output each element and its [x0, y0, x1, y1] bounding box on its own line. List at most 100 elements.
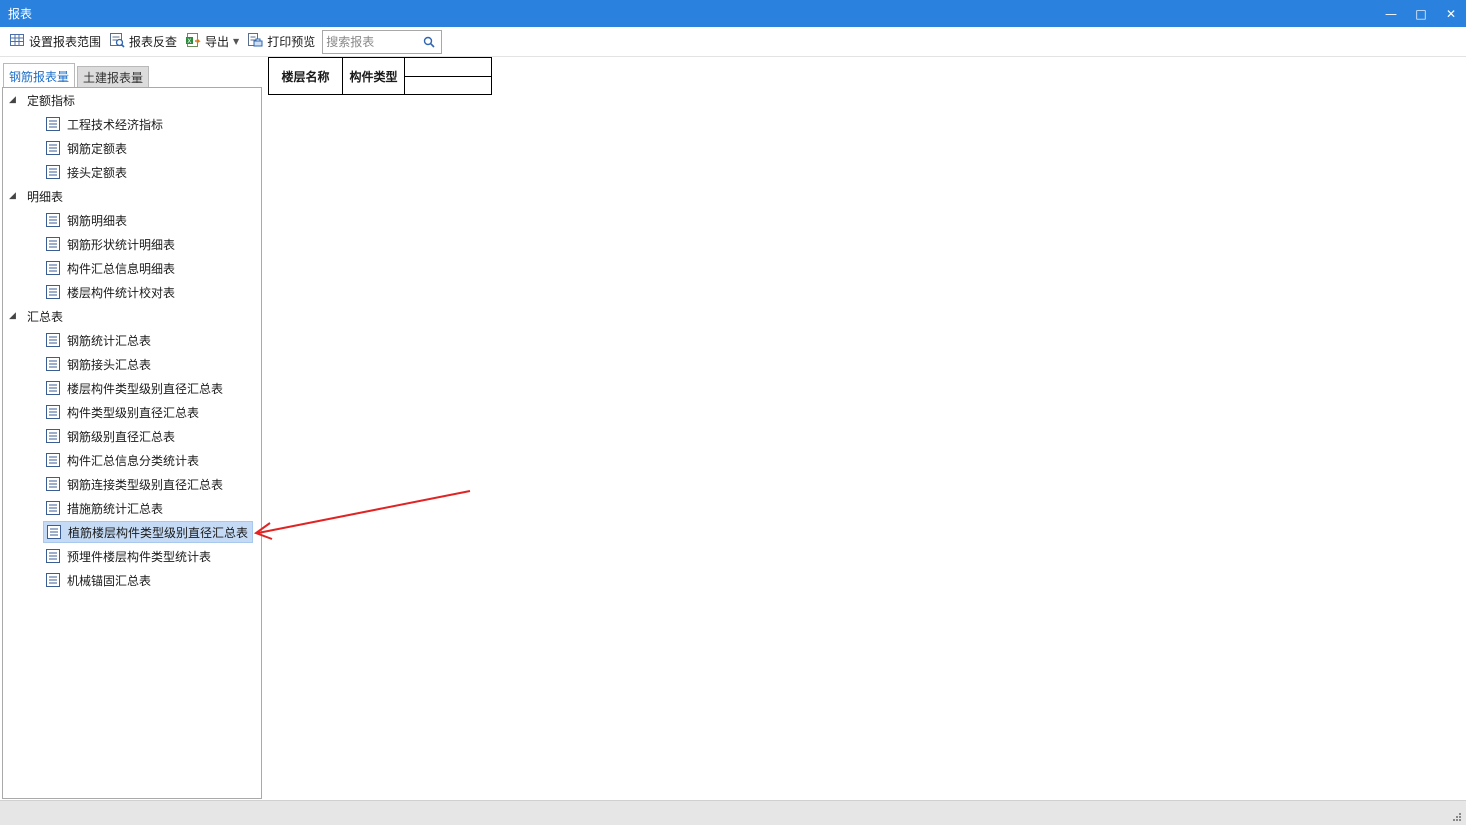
tab-rebar-report[interactable]: 钢筋报表量 [3, 63, 76, 88]
tree-item-label: 钢筋形状统计明细表 [67, 237, 176, 252]
report-doc-icon [45, 572, 61, 588]
export-dropdown[interactable]: X 导出 ▼ [182, 30, 242, 54]
tree-item[interactable]: 钢筋统计汇总表 [3, 328, 261, 352]
tree-item-label: 钢筋定额表 [67, 141, 128, 156]
report-doc-icon [45, 548, 61, 564]
search-box [322, 29, 443, 54]
tree-item[interactable]: 钢筋形状统计明细表 [3, 232, 261, 256]
collapse-arrow-icon[interactable]: ◢ [9, 311, 25, 321]
report-doc-icon [45, 476, 61, 492]
tree-item[interactable]: 钢筋连接类型级别直径汇总表 [3, 472, 261, 496]
tree-item-label: 钢筋接头汇总表 [67, 357, 152, 372]
report-doc-icon [45, 212, 61, 228]
tree-item[interactable]: 构件汇总信息明细表 [3, 256, 261, 280]
report-doc-icon [45, 284, 61, 300]
tree-item[interactable]: 钢筋级别直径汇总表 [3, 424, 261, 448]
tree-item-label: 楼层构件统计校对表 [67, 285, 176, 300]
tree-item-label: 钢筋级别直径汇总表 [67, 429, 176, 444]
tree-item-label: 植筋楼层构件类型级别直径汇总表 [68, 525, 249, 540]
report-type-tabs: 钢筋报表量 土建报表量 [3, 63, 151, 88]
report-preview: 楼层名称 构件类型 [268, 57, 1466, 799]
excel-export-icon: X [185, 32, 205, 51]
report-doc-icon [45, 356, 61, 372]
set-range-button[interactable]: 设置报表范围 [6, 30, 104, 54]
print-preview-icon [247, 32, 267, 51]
tree-item[interactable]: 预埋件楼层构件类型统计表 [3, 544, 261, 568]
title-bar: 报表 — □ ✕ [0, 0, 1466, 27]
window-controls: — □ ✕ [1376, 0, 1466, 27]
tree-item-label: 接头定额表 [67, 165, 128, 180]
tree-item[interactable]: 机械锚固汇总表 [3, 568, 261, 592]
report-doc-icon [45, 404, 61, 420]
tree-item[interactable]: 工程技术经济指标 [3, 112, 261, 136]
report-doc-icon [45, 332, 61, 348]
toolbar: 设置报表范围 报表反查 X 导出 ▼ 打印预览 [0, 27, 1466, 57]
report-doc-icon [45, 236, 61, 252]
tree-item[interactable]: 钢筋明细表 [3, 208, 261, 232]
report-doc-icon [45, 380, 61, 396]
tree-group-header[interactable]: ◢ 汇总表 [3, 304, 261, 328]
tree-group-detail: ◢ 明细表 钢筋明细表 钢筋形状统计明细表 构件汇总信息明细表 楼层构件统计校对… [3, 184, 261, 304]
tree-item-label: 机械锚固汇总表 [67, 573, 152, 588]
minimize-button[interactable]: — [1376, 0, 1406, 27]
report-doc-icon [45, 140, 61, 156]
tree-item-selected[interactable]: 植筋楼层构件类型级别直径汇总表 [3, 520, 261, 544]
report-doc-icon [45, 116, 61, 132]
close-button[interactable]: ✕ [1436, 0, 1466, 27]
report-doc-icon [46, 524, 62, 540]
group-label: 明细表 [27, 189, 64, 204]
tree-item[interactable]: 构件类型级别直径汇总表 [3, 400, 261, 424]
collapse-arrow-icon[interactable]: ◢ [9, 191, 25, 201]
reverse-check-button[interactable]: 报表反查 [106, 30, 180, 54]
tree-group-header[interactable]: ◢ 定额指标 [3, 88, 261, 112]
tree-item[interactable]: 楼层构件统计校对表 [3, 280, 261, 304]
table-header-row: 楼层名称 构件类型 [268, 57, 492, 95]
report-doc-icon [45, 260, 61, 276]
table-cell [404, 75, 492, 95]
report-doc-icon [45, 428, 61, 444]
report-search-icon [109, 32, 129, 51]
tree-item[interactable]: 构件汇总信息分类统计表 [3, 448, 261, 472]
collapse-arrow-icon[interactable]: ◢ [9, 95, 25, 105]
set-range-label: 设置报表范围 [29, 35, 102, 49]
print-preview-button[interactable]: 打印预览 [244, 30, 318, 54]
export-label: 导出 [205, 35, 230, 49]
tree-group-summary: ◢ 汇总表 钢筋统计汇总表 钢筋接头汇总表 楼层构件类型级别直径汇总表 构件类型… [3, 304, 261, 592]
tree-item-label: 措施筋统计汇总表 [67, 501, 164, 516]
chevron-down-icon: ▼ [233, 37, 240, 46]
maximize-button[interactable]: □ [1406, 0, 1436, 27]
tree-item-label: 钢筋明细表 [67, 213, 128, 228]
tree-item[interactable]: 接头定额表 [3, 160, 261, 184]
report-doc-icon [45, 500, 61, 516]
tree-item-label: 钢筋统计汇总表 [67, 333, 152, 348]
tree-item-label: 构件汇总信息分类统计表 [67, 453, 200, 468]
tree-item-label: 工程技术经济指标 [67, 117, 164, 132]
tree-group-quota-index: ◢ 定额指标 工程技术经济指标 钢筋定额表 接头定额表 [3, 88, 261, 184]
tree-item[interactable]: 钢筋接头汇总表 [3, 352, 261, 376]
report-tree: ◢ 定额指标 工程技术经济指标 钢筋定额表 接头定额表 ◢ 明细表 钢筋明细表 … [2, 87, 262, 799]
tree-item-label: 构件类型级别直径汇总表 [67, 405, 200, 420]
svg-text:X: X [187, 38, 191, 45]
header-floor-name: 楼层名称 [268, 57, 343, 95]
group-label: 汇总表 [27, 309, 64, 324]
header-component-type: 构件类型 [342, 57, 405, 95]
print-preview-label: 打印预览 [267, 35, 316, 49]
tree-group-header[interactable]: ◢ 明细表 [3, 184, 261, 208]
search-input[interactable] [323, 31, 420, 52]
tree-item-label: 预埋件楼层构件类型统计表 [67, 549, 212, 564]
tree-item[interactable]: 钢筋定额表 [3, 136, 261, 160]
report-table: 楼层名称 构件类型 [268, 57, 492, 95]
tree-item-label: 钢筋连接类型级别直径汇总表 [67, 477, 224, 492]
report-doc-icon [45, 452, 61, 468]
report-doc-icon [45, 164, 61, 180]
tree-item[interactable]: 楼层构件类型级别直径汇总表 [3, 376, 261, 400]
resize-grip-icon[interactable] [1452, 812, 1462, 822]
table-cell [404, 57, 492, 77]
status-bar [0, 800, 1466, 825]
window-title: 报表 [8, 7, 33, 21]
tree-item-label: 构件汇总信息明细表 [67, 261, 176, 276]
reverse-check-label: 报表反查 [129, 35, 178, 49]
tree-item[interactable]: 措施筋统计汇总表 [3, 496, 261, 520]
tab-civil-report[interactable]: 土建报表量 [77, 66, 150, 87]
search-icon[interactable] [419, 36, 439, 48]
